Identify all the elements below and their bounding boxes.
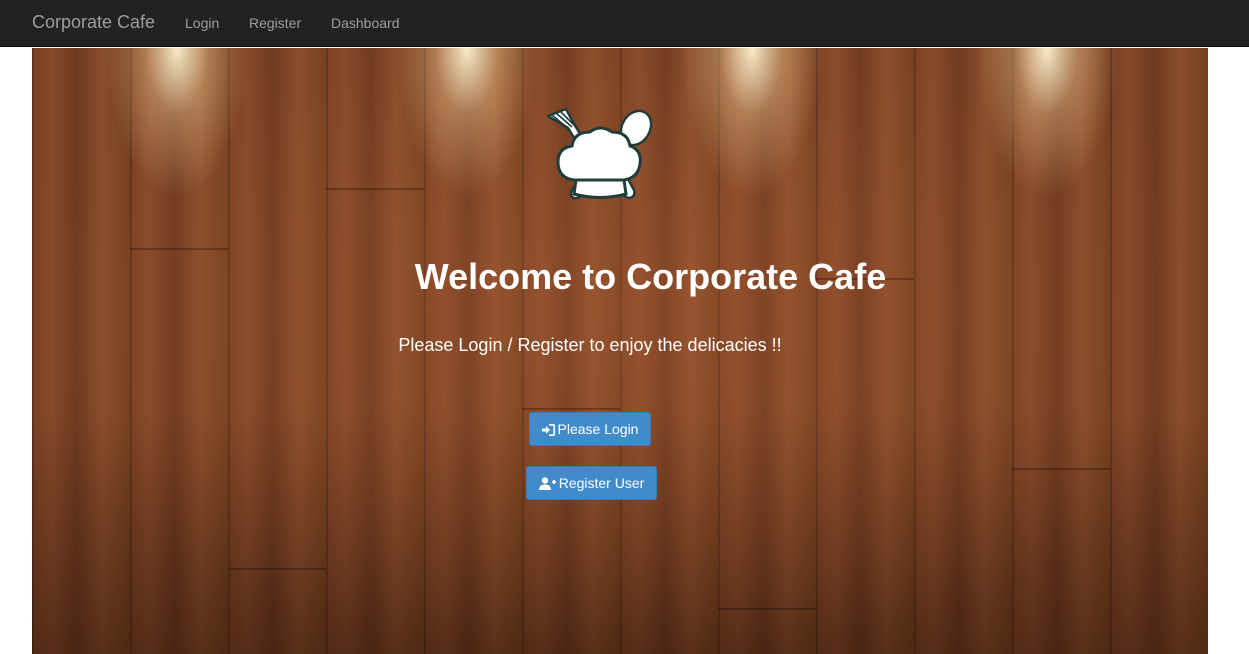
wood-seam: [228, 568, 326, 570]
page-title: Welcome to Corporate Cafe: [414, 256, 887, 297]
wood-seam: [326, 188, 424, 190]
wood-seam: [130, 248, 228, 250]
nav-dashboard-link[interactable]: Dashboard: [331, 14, 400, 32]
wood-seam: [1012, 468, 1110, 470]
register-user-label: Register User: [558, 475, 645, 491]
brand-link[interactable]: Corporate Cafe: [32, 11, 155, 33]
chef-hat-utensils-icon: [546, 107, 653, 200]
user-plus-icon: [538, 477, 556, 490]
page-subtitle: Please Login / Register to enjoy the del…: [398, 335, 782, 355]
top-navbar: Corporate Cafe Login Register Dashboard: [0, 0, 1249, 47]
wood-seam: [718, 608, 816, 610]
sign-in-icon: [541, 424, 555, 436]
nav-login-link[interactable]: Login: [185, 14, 219, 32]
nav-register-link[interactable]: Register: [249, 14, 301, 32]
please-login-label: Please Login: [557, 421, 639, 437]
please-login-button[interactable]: Please Login: [529, 412, 651, 446]
register-user-button[interactable]: Register User: [526, 466, 657, 500]
hero-banner: Welcome to Corporate Cafe Please Login /…: [32, 48, 1208, 654]
wood-seam: [522, 408, 620, 410]
